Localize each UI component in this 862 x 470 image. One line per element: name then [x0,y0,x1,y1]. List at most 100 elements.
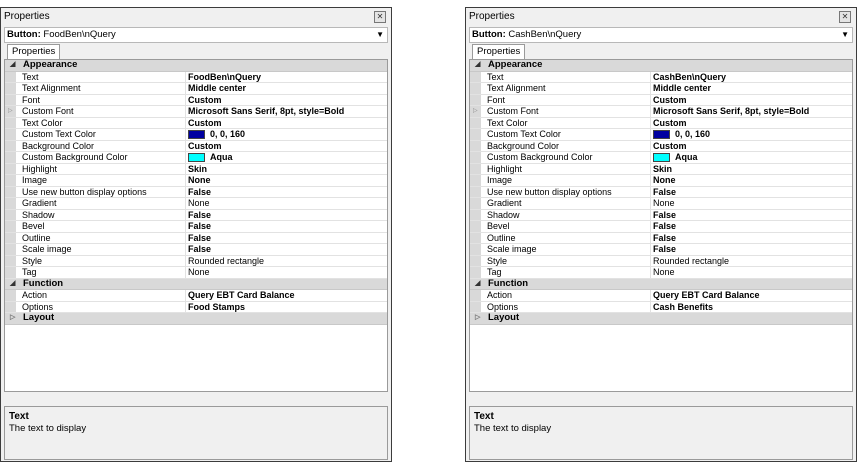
collapse-triangle-icon[interactable]: ◢ [10,279,15,290]
category-function[interactable]: ◢ Function [470,278,852,290]
property-value[interactable]: Query EBT Card Balance [653,290,850,301]
property-row[interactable]: ▷ Custom Font Microsoft Sans Serif, 8pt, s… [5,106,387,118]
property-value[interactable]: Custom [653,118,850,129]
property-row[interactable]: Scale image False [470,244,852,256]
property-value[interactable]: Custom [188,118,385,129]
property-row[interactable]: Shadow False [470,209,852,221]
property-value[interactable]: Custom [653,95,850,106]
property-value[interactable]: None [653,267,850,278]
close-icon[interactable]: ✕ [839,11,851,23]
property-value[interactable]: False [188,221,385,232]
property-row[interactable]: Use new button display options False [470,186,852,198]
property-row[interactable]: Outline False [470,232,852,244]
property-row[interactable]: Font Custom [470,94,852,106]
property-value[interactable]: Custom [653,141,850,152]
property-value[interactable]: Rounded rectangle [653,256,850,267]
property-row[interactable]: Bevel False [470,221,852,233]
property-value[interactable]: Middle center [653,83,850,94]
property-row[interactable]: Custom Text Color 0, 0, 160 [470,129,852,141]
property-value[interactable]: Aqua [653,152,850,163]
property-value[interactable]: Food Stamps [188,302,385,313]
category-function[interactable]: ◢ Function [5,278,387,290]
object-selector-dropdown[interactable]: Button: FoodBen\nQuery ▼ [4,27,388,43]
property-row[interactable]: Highlight Skin [470,163,852,175]
property-row[interactable]: Tag None [470,267,852,279]
property-row[interactable]: Text Alignment Middle center [470,83,852,95]
expand-triangle-icon[interactable]: ▷ [475,313,480,324]
property-row[interactable]: Options Food Stamps [5,301,387,313]
close-icon[interactable]: ✕ [374,11,386,23]
category-layout[interactable]: ▷ Layout [470,312,852,325]
property-value[interactable]: None [188,267,385,278]
expand-triangle-icon[interactable]: ▷ [8,106,13,117]
property-row[interactable]: ▷ Custom Font Microsoft Sans Serif, 8pt, s… [470,106,852,118]
property-value[interactable]: Microsoft Sans Serif, 8pt, style=Bold [653,106,850,117]
property-row[interactable]: Gradient None [470,198,852,210]
property-value[interactable]: FoodBen\nQuery [188,72,385,83]
property-row[interactable]: Text FoodBen\nQuery [5,71,387,83]
property-value[interactable]: Rounded rectangle [188,256,385,267]
expand-triangle-icon[interactable]: ▷ [473,106,478,117]
expand-triangle-icon[interactable]: ▷ [10,313,15,324]
chevron-down-icon[interactable]: ▼ [376,30,384,39]
property-row[interactable]: Tag None [5,267,387,279]
property-row[interactable]: Action Query EBT Card Balance [5,290,387,302]
property-row[interactable]: Use new button display options False [5,186,387,198]
property-row[interactable]: Text Color Custom [470,117,852,129]
property-value[interactable]: False [653,244,850,255]
property-row[interactable]: Background Color Custom [5,140,387,152]
property-row[interactable]: Bevel False [5,221,387,233]
property-value[interactable]: False [188,187,385,198]
property-value[interactable]: None [188,198,385,209]
property-value[interactable]: 0, 0, 160 [653,129,850,140]
property-value[interactable]: Skin [653,164,850,175]
property-value[interactable]: None [653,175,850,186]
property-row[interactable]: Options Cash Benefits [470,301,852,313]
property-row[interactable]: Custom Background Color Aqua [470,152,852,164]
property-row[interactable]: Style Rounded rectangle [470,255,852,267]
property-row[interactable]: Custom Background Color Aqua [5,152,387,164]
property-row[interactable]: Outline False [5,232,387,244]
collapse-triangle-icon[interactable]: ◢ [475,60,480,71]
property-row[interactable]: Style Rounded rectangle [5,255,387,267]
property-row[interactable]: Image None [470,175,852,187]
property-value[interactable]: 0, 0, 160 [188,129,385,140]
category-appearance[interactable]: ◢ Appearance [5,60,387,72]
property-value[interactable]: Query EBT Card Balance [188,290,385,301]
chevron-down-icon[interactable]: ▼ [841,30,849,39]
property-row[interactable]: Text Color Custom [5,117,387,129]
property-value[interactable]: False [653,233,850,244]
property-row[interactable]: Shadow False [5,209,387,221]
property-value[interactable]: Skin [188,164,385,175]
property-value[interactable]: False [188,244,385,255]
property-row[interactable]: Action Query EBT Card Balance [470,290,852,302]
property-value[interactable]: False [188,210,385,221]
property-value[interactable]: Cash Benefits [653,302,850,313]
property-row[interactable]: Font Custom [5,94,387,106]
property-value[interactable]: Custom [188,95,385,106]
property-row[interactable]: Highlight Skin [5,163,387,175]
property-value[interactable]: False [188,233,385,244]
property-row[interactable]: Custom Text Color 0, 0, 160 [5,129,387,141]
property-value[interactable]: CashBen\nQuery [653,72,850,83]
property-value[interactable]: False [653,187,850,198]
tab-properties[interactable]: Properties [472,44,526,59]
property-value[interactable]: Microsoft Sans Serif, 8pt, style=Bold [188,106,385,117]
property-row[interactable]: Image None [5,175,387,187]
property-value[interactable]: Aqua [188,152,385,163]
property-row[interactable]: Scale image False [5,244,387,256]
property-row[interactable]: Text Alignment Middle center [5,83,387,95]
property-row[interactable]: Background Color Custom [470,140,852,152]
category-layout[interactable]: ▷ Layout [5,312,387,325]
property-value[interactable]: None [653,198,850,209]
category-appearance[interactable]: ◢ Appearance [470,60,852,72]
collapse-triangle-icon[interactable]: ◢ [475,279,480,290]
property-value[interactable]: Custom [188,141,385,152]
tab-properties[interactable]: Properties [7,44,61,59]
object-selector-dropdown[interactable]: Button: CashBen\nQuery ▼ [469,27,853,43]
property-row[interactable]: Text CashBen\nQuery [470,71,852,83]
property-row[interactable]: Gradient None [5,198,387,210]
property-value[interactable]: False [653,210,850,221]
collapse-triangle-icon[interactable]: ◢ [10,60,15,71]
property-value[interactable]: None [188,175,385,186]
